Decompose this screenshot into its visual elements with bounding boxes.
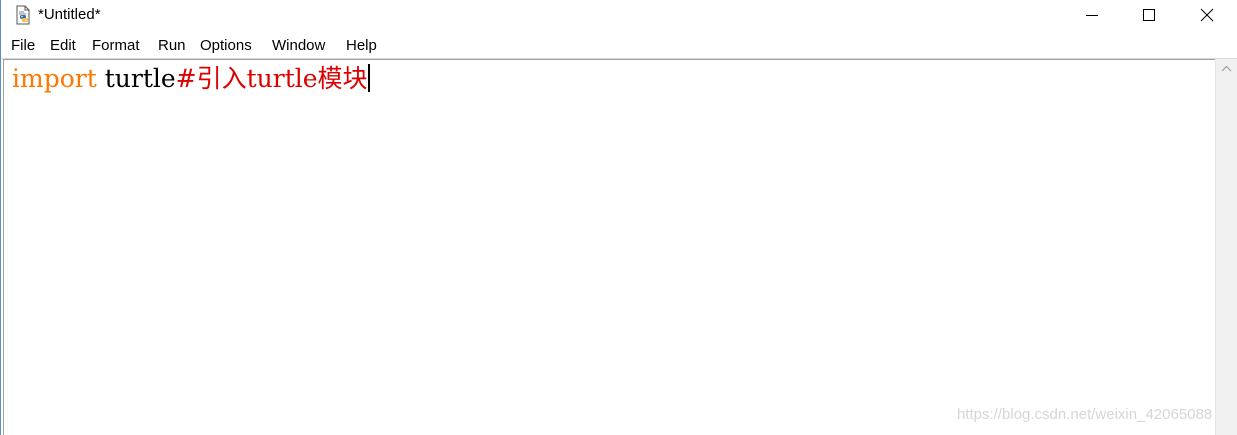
maximize-button[interactable] [1120, 0, 1178, 31]
menu-bar: File Edit Format Run Options Window Help [1, 33, 1237, 58]
scroll-up-button[interactable] [1216, 59, 1237, 79]
menu-edit[interactable]: Edit [50, 37, 76, 54]
minimize-button[interactable] [1063, 0, 1121, 31]
title-bar[interactable]: *Untitled* [1, 0, 1237, 31]
menu-format[interactable]: Format [92, 37, 140, 54]
menu-file[interactable]: File [11, 37, 35, 54]
minimize-icon [1086, 15, 1098, 16]
window-title: *Untitled* [38, 6, 101, 23]
menu-options[interactable]: Options [200, 37, 252, 54]
maximize-icon [1143, 9, 1155, 21]
python-file-icon [13, 5, 33, 25]
close-icon [1200, 8, 1214, 22]
idle-editor-window: *Untitled* File Edit Format Run Options … [0, 0, 1237, 435]
comment-token: #引入turtle模块 [175, 64, 368, 93]
menu-window[interactable]: Window [272, 37, 325, 54]
text-caret [367, 64, 370, 92]
chevron-up-icon [1221, 65, 1232, 72]
keyword-token: import [12, 64, 97, 93]
watermark-text: https://blog.csdn.net/weixin_42065088 [957, 406, 1213, 423]
module-token: turtle [104, 64, 176, 93]
menu-help[interactable]: Help [346, 37, 377, 54]
menu-run[interactable]: Run [158, 37, 186, 54]
code-line-1: import turtle#引入turtle模块 [12, 64, 370, 94]
vertical-scrollbar[interactable] [1215, 59, 1237, 435]
close-button[interactable] [1178, 0, 1236, 31]
code-editor[interactable]: import turtle#引入turtle模块 [3, 59, 1215, 435]
